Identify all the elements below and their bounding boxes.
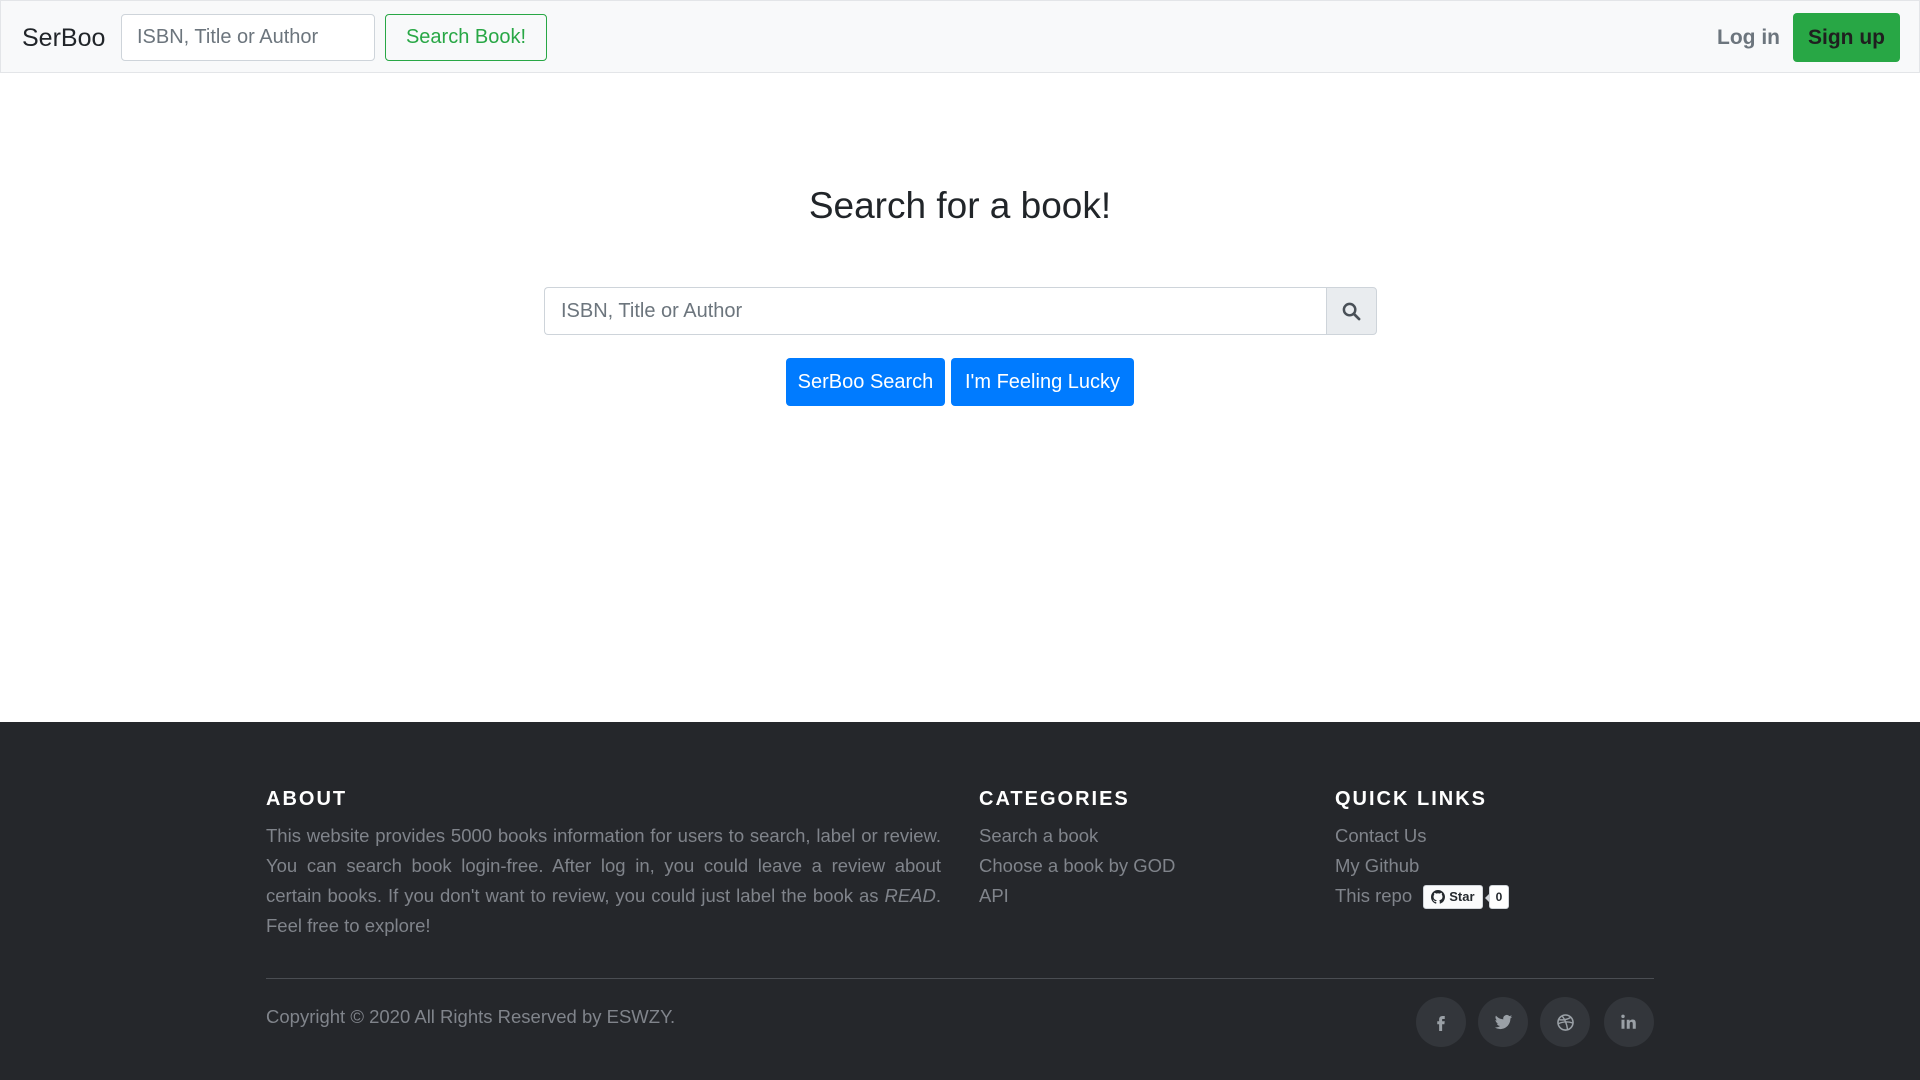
github-star-count[interactable]: 0 — [1484, 885, 1510, 910]
main-search-group — [544, 287, 1377, 335]
linkedin-button[interactable] — [1604, 997, 1654, 1047]
footer: ABOUT This website provides 5000 books i… — [0, 722, 1920, 1080]
footer-divider — [266, 978, 1654, 979]
linkedin-icon — [1621, 1014, 1636, 1029]
github-star-widget: Star 0 — [1423, 885, 1510, 910]
repo-item: This repo Star 0 — [1335, 881, 1510, 911]
page-title: Search for a book! — [808, 185, 1112, 226]
about-text-part: This website provides 5000 books informa… — [266, 825, 941, 906]
facebook-icon — [1437, 1016, 1445, 1031]
search-submit-button[interactable] — [1326, 287, 1377, 335]
categories-list: Search a book Choose a book by GOD API — [979, 821, 1175, 911]
login-link[interactable]: Log in — [1717, 23, 1780, 53]
quick-links-heading: QUICK LINKS — [1335, 788, 1487, 810]
about-emphasis: READ — [884, 885, 936, 906]
signup-button[interactable]: Sign up — [1793, 13, 1900, 62]
feeling-lucky-button[interactable]: I'm Feeling Lucky — [951, 358, 1134, 406]
search-icon — [1342, 302, 1361, 320]
brand-logo[interactable]: SerBoo — [22, 23, 105, 53]
about-heading: ABOUT — [266, 788, 348, 810]
twitter-icon — [1494, 1014, 1512, 1029]
navbar-search-input[interactable] — [121, 14, 375, 61]
dribbble-icon — [1556, 1013, 1574, 1031]
category-link-search[interactable]: Search a book — [979, 821, 1175, 851]
dribbble-button[interactable] — [1540, 997, 1590, 1047]
main-search-input[interactable] — [544, 287, 1326, 335]
repo-label: This repo — [1335, 885, 1413, 906]
serboo-search-button[interactable]: SerBoo Search — [786, 358, 945, 406]
navbar-search-button[interactable]: Search Book! — [385, 14, 547, 61]
my-github-link[interactable]: My Github — [1335, 851, 1509, 881]
categories-heading: CATEGORIES — [979, 788, 1130, 810]
copyright-text: Copyright © 2020 All Rights Reserved by … — [266, 1006, 676, 1027]
quick-links-list: Contact Us My Github This repo Star 0 — [1335, 821, 1510, 911]
facebook-button[interactable] — [1416, 997, 1466, 1047]
about-text: This website provides 5000 books informa… — [266, 821, 941, 941]
github-star-label: Star — [1449, 889, 1475, 905]
navbar: SerBoo Search Book! Log in Sign up — [0, 0, 1920, 73]
github-icon — [1431, 890, 1446, 904]
category-link-god[interactable]: Choose a book by GOD — [979, 851, 1175, 881]
twitter-button[interactable] — [1478, 997, 1528, 1047]
github-star-button[interactable]: Star — [1423, 885, 1483, 910]
category-link-api[interactable]: API — [979, 881, 1175, 911]
contact-us-link[interactable]: Contact Us — [1335, 821, 1509, 851]
